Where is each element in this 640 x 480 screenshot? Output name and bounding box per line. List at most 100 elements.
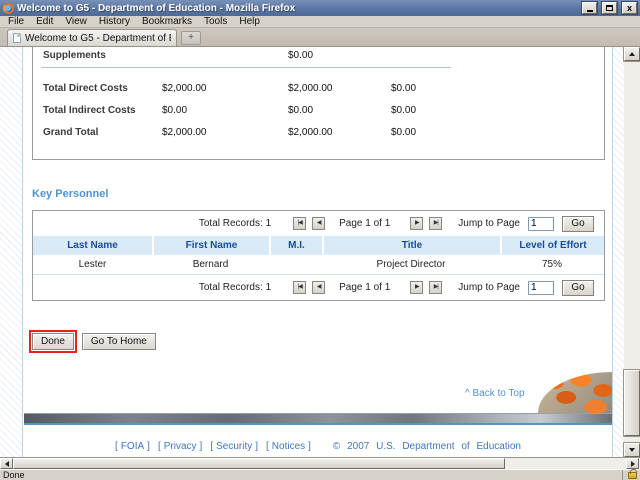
key-personnel-heading: Key Personnel — [32, 188, 108, 200]
cost-value: $0.00 — [288, 105, 391, 116]
menu-help[interactable]: Help — [233, 16, 266, 28]
cell-first-name: Bernard — [152, 255, 269, 274]
jump-to-page-input[interactable] — [528, 217, 554, 231]
scroll-up-button[interactable] — [624, 47, 640, 61]
chairs-photo — [538, 372, 612, 413]
jump-to-page-label: Jump to Page — [458, 218, 520, 229]
minimize-button[interactable] — [582, 2, 597, 14]
cost-value: $2,000.00 — [162, 127, 288, 138]
menu-tools[interactable]: Tools — [198, 16, 233, 28]
bracket: [ — [210, 441, 213, 452]
bracket: ] — [308, 441, 311, 452]
cost-row-total-direct: Total Direct Costs $2,000.00 $2,000.00 $… — [33, 83, 604, 94]
close-button[interactable]: x — [622, 2, 637, 14]
page-indicator: Page 1 of 1 — [339, 218, 390, 229]
bracket: [ — [158, 441, 161, 452]
cost-value: $2,000.00 — [288, 83, 391, 94]
banner-strip-image — [24, 413, 612, 423]
prev-page-button[interactable]: ◀ — [312, 217, 325, 230]
cost-value: $0.00 — [391, 83, 604, 94]
cost-label: Grand Total — [43, 127, 162, 138]
cost-value: $0.00 — [391, 127, 604, 138]
scroll-left-button[interactable] — [0, 458, 13, 469]
go-button[interactable]: Go — [562, 216, 594, 232]
restore-icon — [606, 5, 613, 11]
bracket: [ — [115, 441, 118, 452]
page-content: Supplements $0.00 Total Direct Costs $2,… — [24, 47, 612, 457]
go-to-home-button[interactable]: Go To Home — [82, 333, 156, 350]
menu-view[interactable]: View — [59, 16, 93, 28]
go-button[interactable]: Go — [562, 280, 594, 296]
arrow-left-icon — [5, 461, 9, 467]
close-icon: x — [627, 4, 632, 13]
next-page-button[interactable]: ▶ — [410, 281, 423, 294]
bracket: ] — [200, 441, 203, 452]
menu-history[interactable]: History — [93, 16, 136, 28]
cell-title: Project Director — [322, 255, 500, 274]
total-records-label: Total Records: 1 — [199, 282, 271, 293]
footer-link-notices[interactable]: Notices — [272, 441, 305, 452]
last-page-button[interactable]: ▶| — [429, 217, 442, 230]
horizontal-scrollbar[interactable] — [0, 457, 640, 469]
first-page-button[interactable]: |◀ — [293, 281, 306, 294]
page-left-margin — [0, 47, 23, 457]
scroll-right-button[interactable] — [626, 458, 639, 469]
status-text: Done — [3, 470, 25, 480]
prev-page-button[interactable]: ◀ — [312, 281, 325, 294]
footer-link-foia[interactable]: FOIA — [121, 441, 144, 452]
menu-bar: File Edit View History Bookmarks Tools H… — [0, 16, 640, 28]
cost-value: $0.00 — [162, 105, 288, 116]
title-bar: Welcome to G5 - Department of Education … — [0, 0, 640, 16]
pagination-top: Total Records: 1 |◀ ◀ Page 1 of 1 ▶ ▶| J… — [33, 211, 604, 236]
vertical-scrollbar-thumb[interactable] — [624, 370, 640, 436]
cost-value: $2,000.00 — [162, 83, 288, 94]
content-viewport: Supplements $0.00 Total Direct Costs $2,… — [0, 47, 640, 457]
header-title: Title — [322, 236, 500, 255]
cost-value: $0.00 — [288, 50, 391, 61]
restore-button[interactable] — [602, 2, 617, 14]
new-tab-button[interactable]: + — [181, 31, 201, 45]
done-button[interactable]: Done — [32, 333, 74, 350]
arrow-down-icon — [629, 448, 635, 452]
table-row: Lester Bernard Project Director 75% — [33, 255, 604, 275]
footer-link-security[interactable]: Security — [216, 441, 252, 452]
status-bar: Done — [0, 469, 640, 480]
key-personnel-box: Total Records: 1 |◀ ◀ Page 1 of 1 ▶ ▶| J… — [32, 210, 605, 301]
jump-to-page-input[interactable] — [528, 281, 554, 295]
footer: [FOIA][Privacy][Security][Notices]© 2007… — [24, 441, 612, 452]
scroll-down-button[interactable] — [624, 443, 640, 457]
cost-value: $0.00 — [391, 105, 604, 116]
action-buttons: Done Go To Home — [29, 330, 156, 353]
arrow-right-icon — [631, 461, 635, 467]
copyright-text: © 2007 U.S. Department of Education — [333, 441, 521, 452]
arrow-up-icon — [629, 52, 635, 56]
menu-bookmarks[interactable]: Bookmarks — [136, 16, 198, 28]
menu-file[interactable]: File — [2, 16, 30, 28]
header-first-name: First Name — [152, 236, 269, 255]
page-indicator: Page 1 of 1 — [339, 282, 390, 293]
page-icon — [13, 33, 21, 43]
first-page-button[interactable]: |◀ — [293, 217, 306, 230]
tab-bar: Welcome to G5 - Department of Edu... + — [0, 28, 640, 47]
last-page-button[interactable]: ▶| — [429, 281, 442, 294]
footer-link-privacy[interactable]: Privacy — [164, 441, 197, 452]
firefox-icon — [3, 3, 14, 14]
personnel-table-header: Last Name First Name M.I. Title Level of… — [33, 236, 604, 255]
next-page-button[interactable]: ▶ — [410, 217, 423, 230]
tab-welcome-g5[interactable]: Welcome to G5 - Department of Edu... — [7, 29, 177, 46]
cost-divider — [41, 67, 451, 68]
vertical-scrollbar[interactable] — [624, 47, 640, 457]
jump-to-page-label: Jump to Page — [458, 282, 520, 293]
header-level-of-effort: Level of Effort — [500, 236, 604, 255]
bracket: ] — [255, 441, 258, 452]
horizontal-scrollbar-thumb[interactable] — [13, 458, 505, 469]
bracket: ] — [147, 441, 150, 452]
cost-value: $2,000.00 — [288, 127, 391, 138]
costs-summary-box: Supplements $0.00 Total Direct Costs $2,… — [32, 47, 605, 160]
security-lock-icon[interactable] — [628, 472, 637, 479]
menu-edit[interactable]: Edit — [30, 16, 59, 28]
status-bar-right-panel — [622, 470, 637, 480]
back-to-top-link[interactable]: ^ Back to Top — [465, 388, 525, 399]
total-records-label: Total Records: 1 — [199, 218, 271, 229]
cost-label: Supplements — [43, 50, 162, 61]
